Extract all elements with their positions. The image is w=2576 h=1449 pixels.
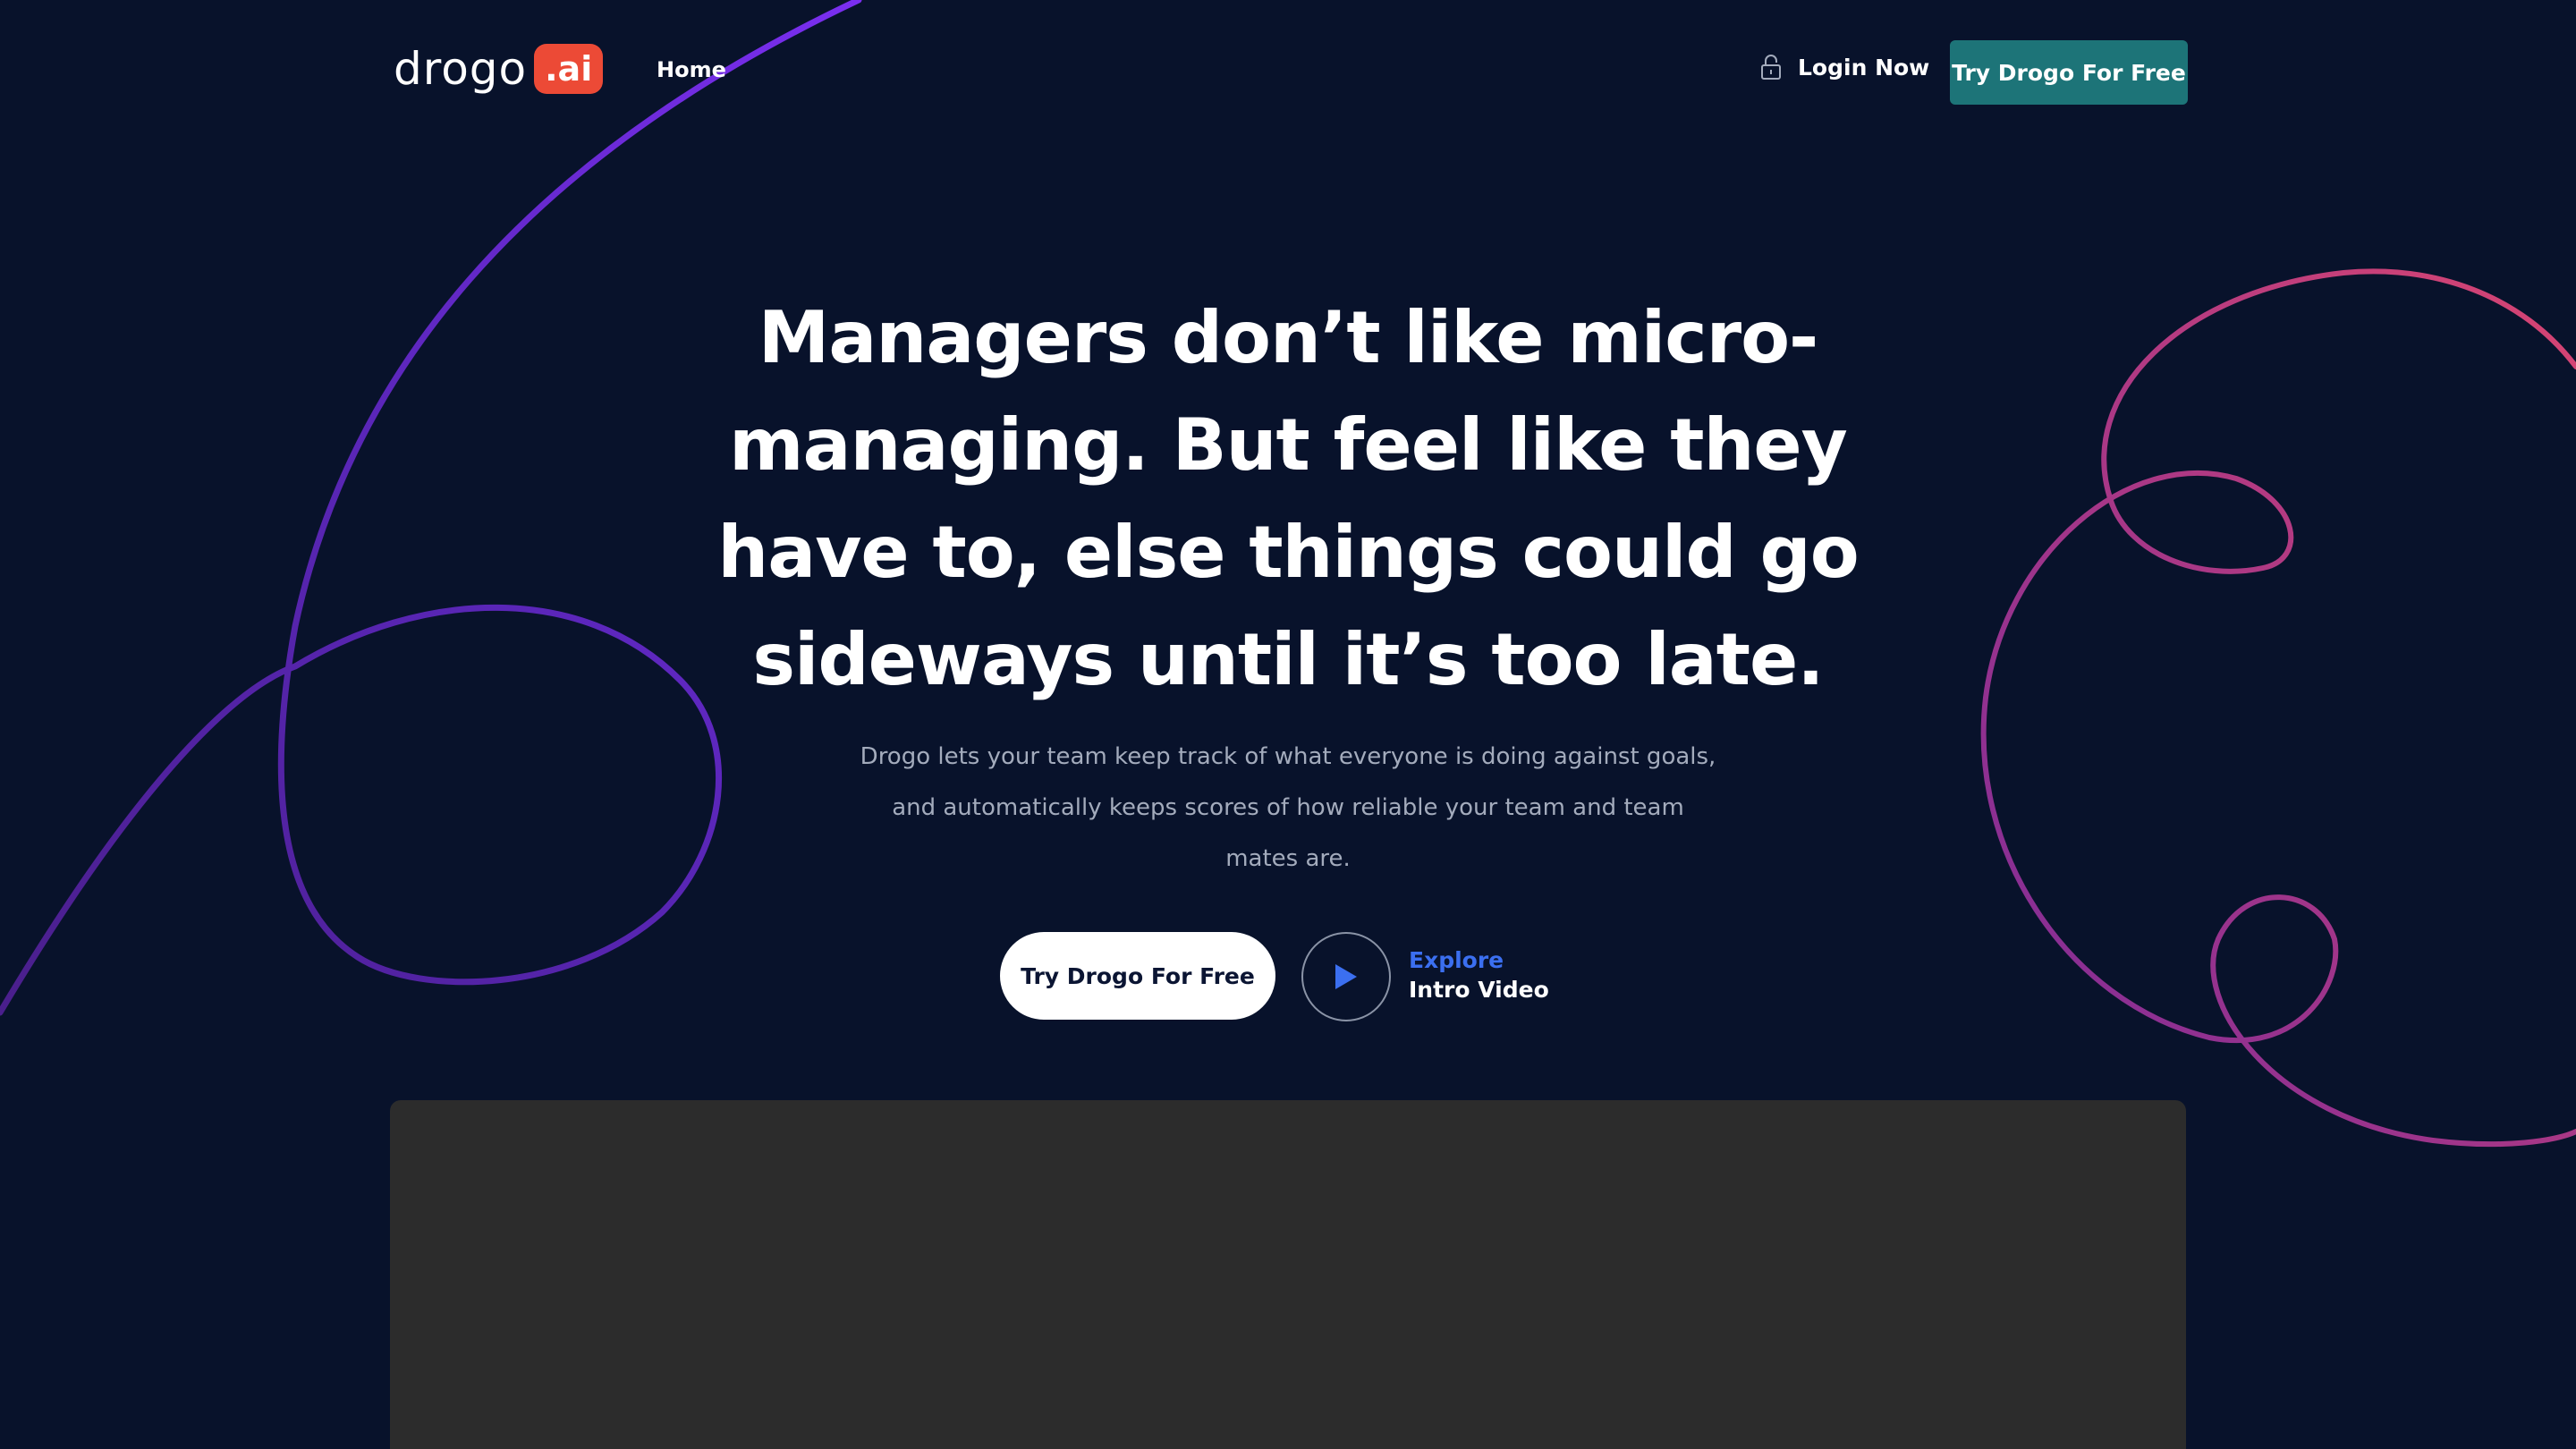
right-swirl-line: [1980, 268, 2576, 1148]
logo-badge: .ai: [534, 44, 604, 94]
nav-link-home[interactable]: Home: [657, 57, 726, 82]
landing-page: drogo .ai Home Login Now Try Drogo For F…: [0, 0, 2576, 1449]
lock-icon: [1761, 55, 1781, 80]
login-link[interactable]: Login Now: [1760, 54, 1929, 80]
hero-headline: Managers don’t like micro-managing. But …: [717, 296, 1859, 701]
header-try-free-button[interactable]: Try Drogo For Free: [1950, 40, 2188, 105]
product-preview-panel: [390, 1100, 2186, 1449]
play-icon: [1335, 964, 1357, 989]
hero-subtext: Drogo lets your team keep track of what …: [860, 743, 1716, 872]
logo-wordmark: drogo: [394, 43, 528, 95]
intro-video-link[interactable]: Explore Intro Video: [1409, 945, 1549, 1004]
login-label: Login Now: [1798, 54, 1930, 80]
intro-video-label-top: Explore: [1409, 947, 1504, 973]
hero-try-free-button[interactable]: Try Drogo For Free: [1000, 932, 1275, 1020]
intro-video-label-bottom: Intro Video: [1409, 977, 1549, 1003]
intro-video-play-button[interactable]: [1301, 932, 1391, 1021]
logo[interactable]: drogo .ai: [394, 43, 604, 95]
